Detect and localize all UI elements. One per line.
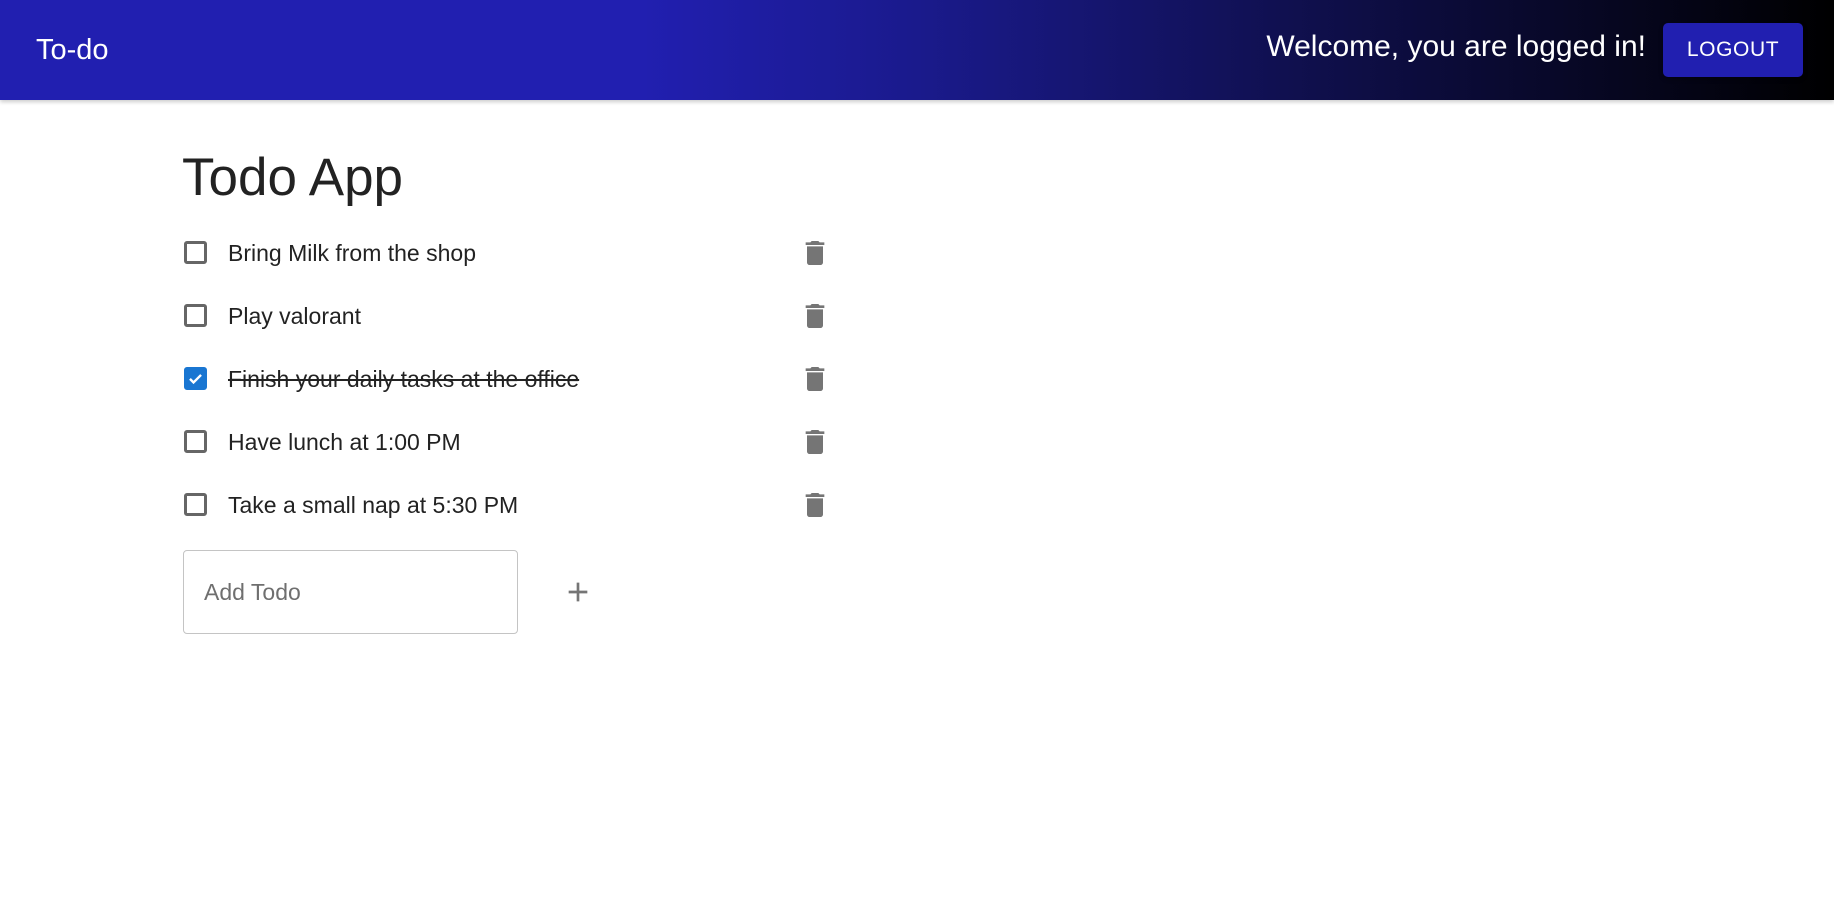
delete-todo-button[interactable] — [799, 300, 831, 332]
page-title: Todo App — [182, 148, 404, 207]
add-todo-field — [183, 550, 518, 634]
todo-text: Finish your daily tasks at the office — [228, 366, 580, 392]
check-icon — [189, 374, 202, 385]
delete-todo-button[interactable] — [799, 426, 831, 458]
todo-text: Play valorant — [228, 303, 361, 329]
trash-icon — [805, 430, 825, 454]
todo-text: Bring Milk from the shop — [228, 240, 476, 266]
delete-todo-button[interactable] — [799, 363, 831, 395]
todo-checkbox[interactable] — [184, 367, 207, 390]
todo-text: Take a small nap at 5:30 PM — [228, 492, 519, 518]
todo-text: Have lunch at 1:00 PM — [228, 429, 461, 455]
todo-list: Bring Milk from the shop Play valorant F… — [182, 222, 842, 537]
welcome-message: Welcome, you are logged in! — [1266, 30, 1646, 63]
add-todo-button[interactable] — [562, 576, 594, 608]
todo-checkbox[interactable] — [184, 430, 207, 453]
todo-item: Bring Milk from the shop — [182, 222, 842, 285]
todo-item: Take a small nap at 5:30 PM — [182, 474, 842, 537]
trash-icon — [805, 241, 825, 265]
trash-icon — [805, 493, 825, 517]
todo-item: Play valorant — [182, 285, 842, 348]
add-todo-input[interactable] — [204, 551, 504, 633]
todo-item: Have lunch at 1:00 PM — [182, 411, 842, 474]
delete-todo-button[interactable] — [799, 237, 831, 269]
delete-todo-button[interactable] — [799, 489, 831, 521]
plus-icon — [568, 582, 588, 602]
todo-checkbox[interactable] — [184, 493, 207, 516]
todo-item: Finish your daily tasks at the office — [182, 348, 842, 411]
logout-button[interactable]: LOGOUT — [1663, 23, 1803, 77]
trash-icon — [805, 304, 825, 328]
todo-checkbox[interactable] — [184, 241, 207, 264]
trash-icon — [805, 367, 825, 391]
app-bar: To-do Welcome, you are logged in! LOGOUT — [0, 0, 1834, 100]
todo-checkbox[interactable] — [184, 304, 207, 327]
app-brand: To-do — [36, 34, 109, 66]
